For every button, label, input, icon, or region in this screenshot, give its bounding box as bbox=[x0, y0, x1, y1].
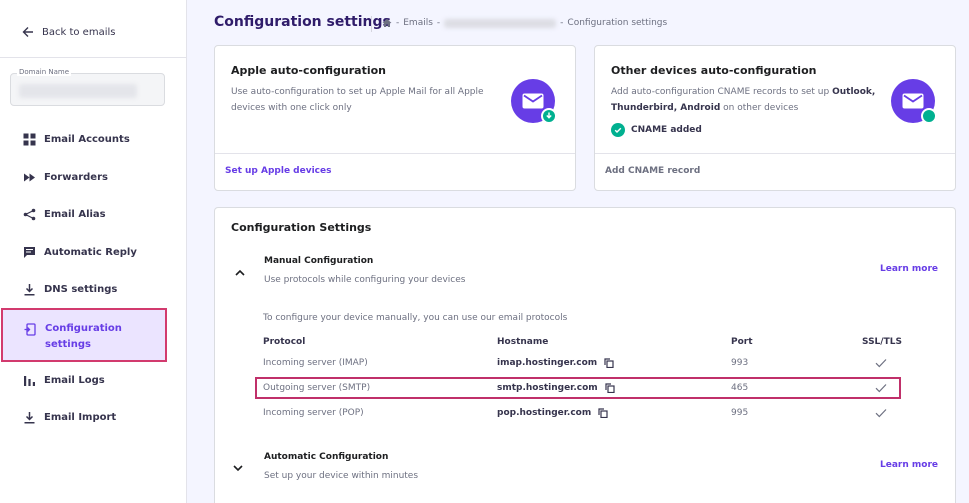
ssl-check-icon bbox=[875, 408, 887, 421]
copy-icon[interactable] bbox=[604, 358, 614, 368]
automatic-config-title: Automatic Configuration bbox=[264, 452, 389, 462]
card-title: Other devices auto-configuration bbox=[611, 64, 817, 77]
column-header-hostname: Hostname bbox=[497, 337, 549, 347]
sidebar-item-forwarders[interactable]: Forwarders bbox=[23, 171, 108, 184]
grid-icon bbox=[23, 133, 36, 146]
sidebar-item-label: DNS settings bbox=[44, 284, 118, 295]
home-icon[interactable] bbox=[382, 18, 392, 28]
sidebar-item-label: Automatic Reply bbox=[44, 247, 137, 258]
chevron-up-icon[interactable] bbox=[234, 267, 246, 279]
hostname-cell: imap.hostinger.com bbox=[497, 358, 614, 368]
sidebar-item-email-alias[interactable]: Email Alias bbox=[23, 208, 106, 221]
page-title: Configuration settings bbox=[214, 14, 391, 30]
hostname-value: smtp.hostinger.com bbox=[497, 383, 598, 393]
protocol-cell: Incoming server (POP) bbox=[263, 408, 364, 418]
breadcrumb: - Emails - - Configuration settings bbox=[371, 16, 668, 32]
sidebar-item-label: Forwarders bbox=[44, 172, 108, 183]
config-icon bbox=[24, 323, 36, 336]
add-cname-record-link[interactable]: Add CNAME record bbox=[605, 166, 700, 176]
fast-forward-icon bbox=[24, 173, 35, 182]
manual-config-subtitle: Use protocols while configuring your dev… bbox=[264, 275, 466, 285]
download-badge-icon bbox=[541, 108, 557, 124]
breadcrumb-sep: - bbox=[560, 18, 564, 28]
bar-chart-icon bbox=[24, 376, 35, 386]
sidebar-item-automatic-reply[interactable]: Automatic Reply bbox=[23, 246, 137, 259]
column-header-port: Port bbox=[731, 337, 753, 347]
hostname-cell: smtp.hostinger.com bbox=[497, 383, 615, 393]
manual-config-title: Manual Configuration bbox=[264, 256, 374, 266]
table-row: Incoming server (IMAP) imap.hostinger.co… bbox=[215, 354, 957, 374]
other-devices-auto-config-card: Other devices auto-configuration Add aut… bbox=[594, 45, 956, 191]
column-header-ssl: SSL/TLS bbox=[862, 337, 902, 347]
message-icon bbox=[24, 247, 35, 258]
card-title: Apple auto-configuration bbox=[231, 64, 386, 77]
description-pre: Add auto-configuration CNAME records to … bbox=[611, 87, 830, 97]
envelope-icon bbox=[902, 93, 924, 109]
setup-apple-devices-link[interactable]: Set up Apple devices bbox=[225, 166, 331, 176]
chevron-down-icon[interactable] bbox=[232, 462, 244, 474]
copy-icon[interactable] bbox=[598, 408, 608, 418]
breadcrumb-domain-redacted[interactable] bbox=[444, 18, 557, 28]
sidebar-item-email-logs[interactable]: Email Logs bbox=[23, 374, 105, 387]
apple-auto-config-card: Apple auto-configuration Use auto-config… bbox=[214, 45, 576, 191]
table-row: Incoming server (POP) pop.hostinger.com … bbox=[215, 404, 957, 424]
cname-status: CNAME added bbox=[611, 123, 702, 137]
sidebar-item-label: Email Logs bbox=[44, 375, 105, 386]
breadcrumb-sep: - bbox=[436, 18, 441, 28]
domain-select[interactable]: Domain Name bbox=[10, 68, 165, 106]
sidebar-item-label: Configuration settings bbox=[45, 323, 122, 350]
card-description: Add auto-configuration CNAME records to … bbox=[611, 84, 876, 116]
table-row: Outgoing server (SMTP) smtp.hostinger.co… bbox=[215, 379, 957, 399]
ssl-check-icon bbox=[875, 358, 887, 371]
status-dot-icon bbox=[921, 108, 937, 124]
port-cell: 465 bbox=[731, 383, 749, 393]
domain-value-redacted bbox=[19, 84, 137, 98]
description-post: on other devices bbox=[723, 103, 799, 113]
divider bbox=[0, 57, 186, 58]
sidebar-item-label: Email Alias bbox=[44, 209, 106, 220]
ssl-check-icon bbox=[875, 383, 887, 396]
sidebar-item-label: Email Accounts bbox=[44, 134, 130, 145]
automatic-learn-more-link[interactable]: Learn more bbox=[880, 460, 938, 470]
sidebar-item-configuration-settings-wrapper: Configuration settings bbox=[1, 308, 167, 362]
breadcrumb-emails[interactable]: Emails bbox=[403, 18, 433, 28]
card-description: Use auto-configuration to set up Apple M… bbox=[231, 87, 484, 113]
sidebar-item-configuration-settings[interactable]: Configuration settings bbox=[24, 321, 125, 353]
sidebar-item-email-import[interactable]: Email Import bbox=[23, 411, 116, 424]
cname-status-label: CNAME added bbox=[631, 125, 702, 135]
hostname-cell: pop.hostinger.com bbox=[497, 408, 608, 418]
card-divider bbox=[215, 153, 575, 154]
back-label: Back to emails bbox=[42, 26, 116, 38]
configuration-settings-panel: Configuration Settings Manual Configurat… bbox=[214, 207, 956, 503]
copy-icon[interactable] bbox=[605, 383, 615, 393]
hostname-value: imap.hostinger.com bbox=[497, 358, 598, 368]
check-circle-icon bbox=[611, 123, 625, 137]
manual-learn-more-link[interactable]: Learn more bbox=[880, 264, 938, 274]
breadcrumb-divider bbox=[371, 16, 372, 32]
sidebar: Back to emails Domain Name Email Account… bbox=[0, 0, 187, 503]
sidebar-item-email-accounts[interactable]: Email Accounts bbox=[23, 133, 130, 146]
port-cell: 995 bbox=[731, 408, 749, 418]
section-title: Configuration Settings bbox=[231, 221, 372, 234]
back-to-emails-link[interactable]: Back to emails bbox=[22, 26, 115, 38]
hostname-value: pop.hostinger.com bbox=[497, 408, 592, 418]
column-header-protocol: Protocol bbox=[263, 337, 306, 347]
protocol-cell: Outgoing server (SMTP) bbox=[263, 383, 371, 393]
breadcrumb-sep: - bbox=[396, 18, 400, 28]
sidebar-item-label: Email Import bbox=[44, 412, 117, 423]
port-cell: 993 bbox=[731, 358, 749, 368]
card-divider bbox=[595, 153, 955, 154]
breadcrumb-current: Configuration settings bbox=[567, 18, 668, 28]
import-icon bbox=[24, 412, 35, 424]
share-icon bbox=[23, 208, 36, 221]
automatic-config-subtitle: Set up your device within minutes bbox=[264, 471, 419, 481]
download-icon bbox=[24, 284, 35, 296]
manual-intro-text: To configure your device manually, you c… bbox=[263, 313, 568, 323]
protocol-cell: Incoming server (IMAP) bbox=[263, 358, 368, 368]
sidebar-item-dns-settings[interactable]: DNS settings bbox=[23, 283, 117, 296]
domain-legend: Domain Name bbox=[17, 68, 72, 76]
envelope-icon bbox=[522, 93, 544, 109]
arrow-left-icon bbox=[22, 27, 33, 37]
